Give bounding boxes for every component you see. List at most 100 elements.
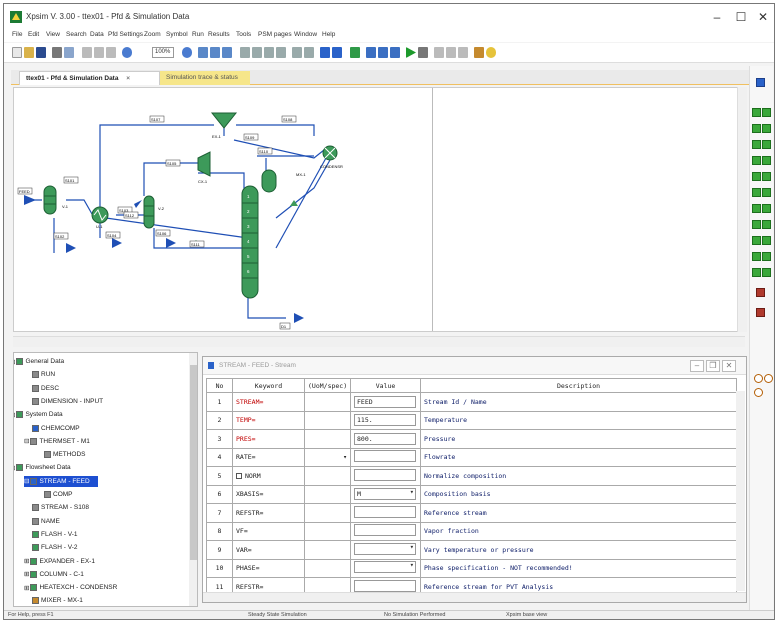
menu-pfd-settings[interactable]: Pfd Settings (108, 31, 143, 38)
value-input[interactable] (354, 579, 416, 592)
value-input[interactable] (354, 524, 416, 537)
value-input[interactable]: FEED (354, 395, 416, 408)
stream-tag-s108[interactable]: S108 (283, 117, 293, 122)
palette-hx-icon[interactable] (752, 188, 761, 197)
paste-icon[interactable] (106, 47, 116, 58)
palette-column-icon[interactable] (762, 108, 771, 117)
norm-checkbox[interactable] (236, 472, 242, 479)
save-icon[interactable] (36, 47, 46, 58)
stream-tag-feed[interactable]: FEED (19, 189, 30, 194)
panel-close-button[interactable]: ✕ (722, 360, 736, 372)
palette-heater-icon[interactable] (752, 172, 761, 181)
tree-expander-icon[interactable]: ⊞ (24, 584, 29, 592)
menu-psm-pages[interactable]: PSM pages (258, 31, 292, 38)
condenser[interactable] (322, 145, 338, 161)
export-icon[interactable] (458, 47, 468, 58)
palette-nav-left-icon[interactable] (754, 374, 763, 383)
tree-item[interactable]: ⊟ General Data (14, 356, 64, 367)
plot-icon[interactable] (434, 47, 444, 58)
tree-item[interactable]: ⊞ HEATEXCH - CONDENSR (24, 582, 117, 593)
tree-expander-icon[interactable]: ⊟ (14, 411, 15, 419)
palette-pump-icon[interactable] (752, 140, 761, 149)
new-icon[interactable] (12, 47, 22, 58)
cut-icon[interactable] (82, 47, 92, 58)
palette-stream-icon[interactable] (752, 252, 761, 261)
menu-data[interactable]: Data (90, 31, 104, 38)
rotate-icon[interactable] (292, 47, 302, 58)
zoom-icon[interactable] (122, 47, 132, 58)
tree-item[interactable]: ⊟ System Data (14, 409, 63, 420)
heat-exchanger-u1[interactable] (91, 206, 109, 224)
distribute-icon[interactable] (222, 47, 232, 58)
forward-arrow-icon[interactable] (332, 47, 342, 58)
menu-edit[interactable]: Edit (28, 31, 39, 38)
palette-dryer-icon[interactable] (762, 220, 771, 229)
tree-item[interactable]: ⊞ COLUMN - C-1 (24, 569, 84, 580)
process-flow-diagram[interactable]: 1 2 3 4 5 6 FEED S101 S102 S103 S104 S10… (14, 88, 745, 332)
compressor-cx1[interactable] (197, 151, 211, 177)
tree-expander-icon[interactable]: ⊟ (24, 477, 29, 485)
back-arrow-icon[interactable] (320, 47, 330, 58)
tree-scrollbar[interactable] (189, 353, 197, 606)
close-button[interactable]: ✕ (754, 9, 772, 25)
run-icon[interactable] (406, 47, 416, 58)
palette-text-icon[interactable] (762, 252, 771, 261)
tree-item[interactable]: ⊟ STREAM - FEED (24, 475, 98, 487)
input-data-icon[interactable] (366, 47, 376, 58)
palette-filter-icon[interactable] (752, 220, 761, 229)
palette-valve-icon[interactable] (762, 156, 771, 165)
align-icon[interactable] (210, 47, 220, 58)
copy-icon[interactable] (94, 47, 104, 58)
palette-controller-icon[interactable] (752, 236, 761, 245)
palette-flash-icon[interactable] (752, 108, 761, 117)
tree-item[interactable]: FLASH - V-1 (32, 529, 77, 540)
tree-item[interactable]: NAME (32, 516, 60, 527)
unit-icon[interactable] (264, 47, 274, 58)
text-icon[interactable] (240, 47, 250, 58)
panel-horizontal-scrollbar[interactable] (203, 592, 746, 602)
uom-cell[interactable]: ▾ (304, 447, 351, 467)
maximize-button[interactable]: ☐ (732, 9, 750, 25)
panel-minimize-button[interactable]: – (690, 360, 704, 372)
tree-item[interactable]: METHODS (44, 449, 86, 460)
tree-item[interactable]: COMP (44, 489, 73, 500)
stream-tag-s106[interactable]: S106 (157, 231, 167, 236)
palette-cooler-icon[interactable] (762, 172, 771, 181)
menu-symbol[interactable]: Symbol (166, 31, 188, 38)
palette-nav-down-icon[interactable] (754, 388, 763, 397)
stream-tag-s104[interactable]: S104 (107, 233, 117, 238)
stream-icon[interactable] (252, 47, 262, 58)
stream-tag-s102[interactable]: S102 (55, 234, 65, 239)
value-dropdown[interactable] (354, 561, 416, 574)
canvas-horizontal-scrollbar[interactable] (13, 336, 745, 347)
value-dropdown[interactable]: M (354, 488, 416, 501)
tools-icon[interactable] (474, 47, 484, 58)
value-input[interactable] (354, 505, 416, 518)
palette-delete-icon[interactable] (756, 288, 765, 297)
tab-pfd-simulation[interactable]: ttex01 - Pfd & Simulation Data × (19, 71, 160, 85)
flash-v1[interactable] (43, 185, 57, 215)
flip-icon[interactable] (304, 47, 314, 58)
palette-splitter-icon[interactable] (762, 124, 771, 133)
canvas-vertical-scrollbar[interactable] (737, 87, 747, 332)
tree-scroll-thumb[interactable] (190, 365, 197, 560)
tree-expander-icon[interactable]: ⊟ (24, 437, 29, 445)
tree-item[interactable]: ⊟ THERMSET - M1 (24, 436, 90, 447)
palette-compressor-icon[interactable] (762, 140, 771, 149)
tree-expander-icon[interactable]: ⊞ (24, 570, 29, 578)
stream-tag-s109[interactable]: S109 (245, 135, 255, 140)
zoom-in-icon[interactable] (182, 47, 192, 58)
column-c1[interactable] (241, 185, 259, 299)
table-icon[interactable] (446, 47, 456, 58)
stream-tag-s112[interactable]: S112 (125, 213, 135, 218)
value-dropdown[interactable] (354, 542, 416, 555)
keyword-cell[interactable]: NORM (232, 466, 305, 486)
print-icon[interactable] (52, 47, 62, 58)
palette-separator-icon[interactable] (762, 204, 771, 213)
palette-arrow-icon[interactable] (756, 78, 765, 87)
palette-mixer-icon[interactable] (752, 124, 761, 133)
tree-item[interactable]: ⊞ EXPANDER - EX-1 (24, 556, 95, 567)
tree-expander-icon[interactable]: ⊟ (14, 358, 15, 366)
grid-icon[interactable] (198, 47, 208, 58)
expander-ex1[interactable] (210, 112, 238, 129)
